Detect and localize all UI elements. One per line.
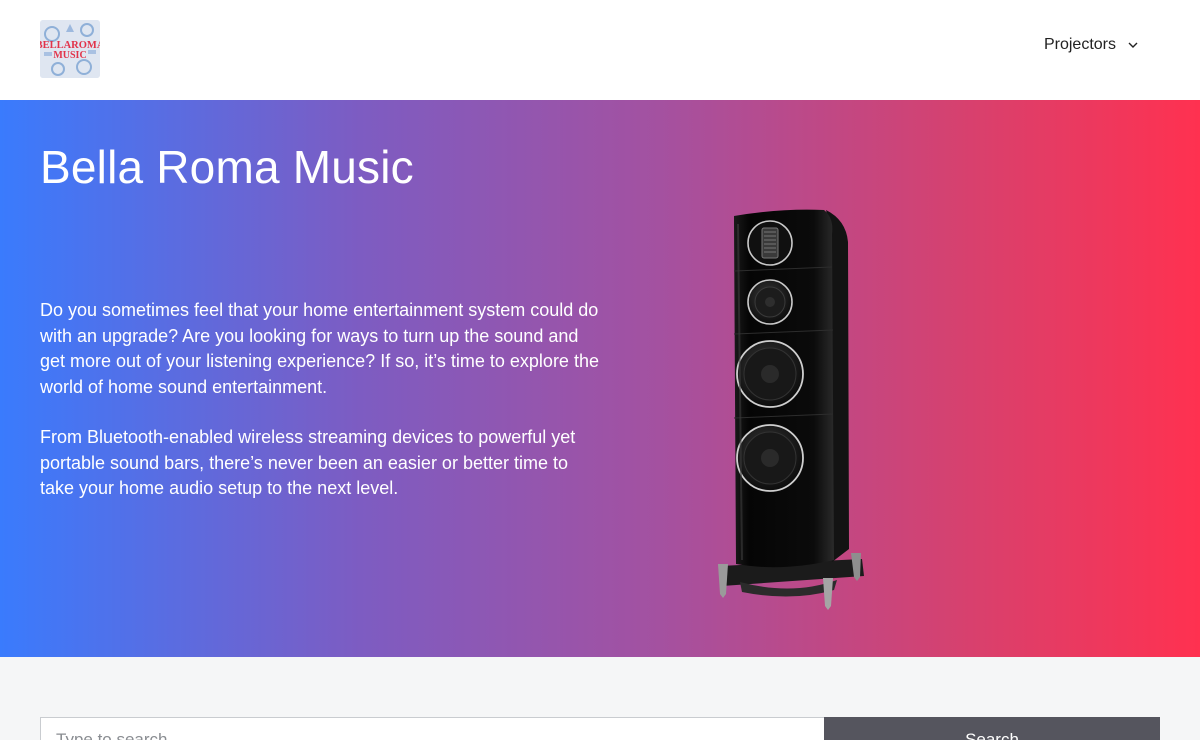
- chevron-down-icon: [1128, 42, 1138, 48]
- hero-description: Do you sometimes feel that your home ent…: [40, 298, 600, 502]
- logo-text-line2: MUSIC: [53, 50, 86, 61]
- speaker-image: [718, 209, 864, 610]
- page-title: Bella Roma Music: [40, 141, 414, 193]
- search-button[interactable]: Search: [824, 717, 1160, 740]
- logo-icon: BELLAROMA MUSIC: [40, 20, 100, 78]
- site-logo[interactable]: BELLAROMA MUSIC: [40, 20, 100, 78]
- hero-paragraph: From Bluetooth-enabled wireless streamin…: [40, 427, 576, 498]
- nav-item-label: Projectors: [1043, 36, 1116, 53]
- nav-menu-projectors[interactable]: Projectors: [1044, 36, 1140, 54]
- hero-paragraph: Do you sometimes feel that your home ent…: [40, 300, 599, 397]
- search-input[interactable]: [40, 717, 825, 740]
- hero-section: Bella Roma Music Do you sometimes feel t…: [0, 100, 1200, 657]
- site-header: BELLAROMA MUSIC Projectors: [0, 0, 1200, 100]
- search-section: Search: [0, 657, 1200, 740]
